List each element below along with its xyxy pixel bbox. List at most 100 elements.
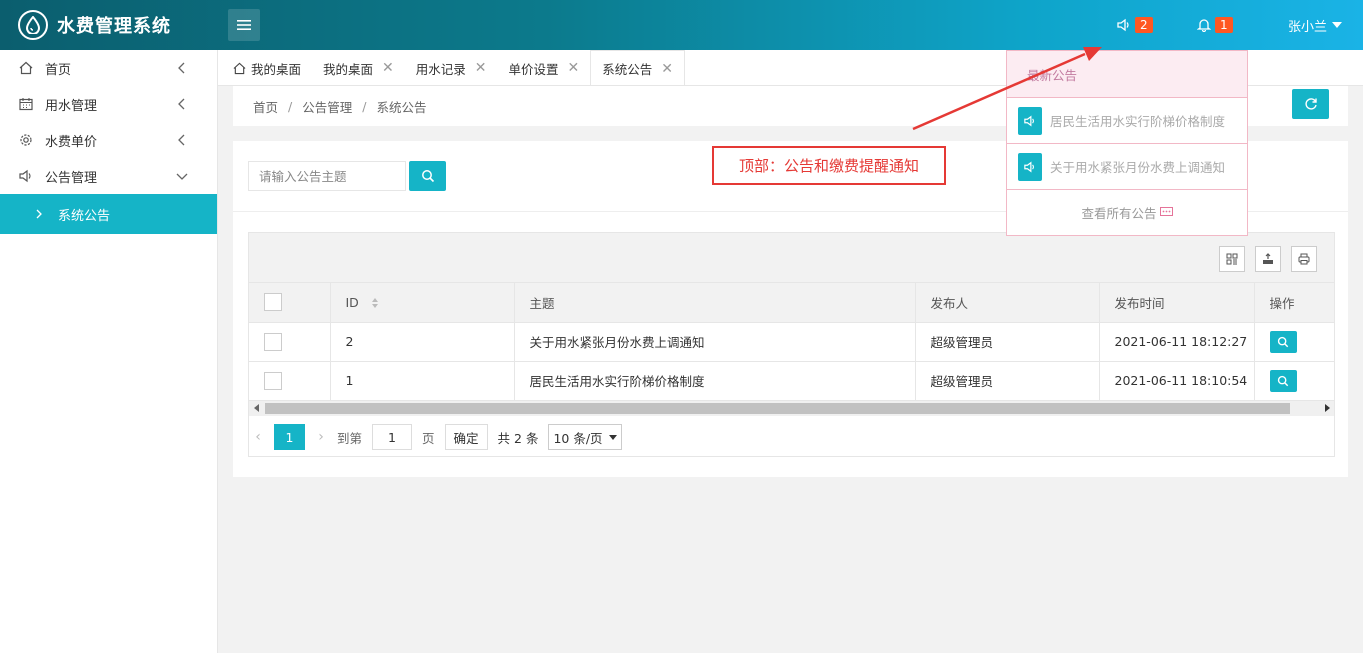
breadcrumb-item[interactable]: 首页 [253, 97, 278, 116]
columns-filter-button[interactable] [1219, 246, 1245, 272]
row-checkbox[interactable] [264, 332, 282, 351]
scroll-right-arrow-icon[interactable] [1325, 403, 1330, 412]
notice-dropdown: 最新公告 居民生活用水实行阶梯价格制度 关于用水紧张月份水费上调通知 查看所有公… [1006, 50, 1248, 236]
user-name: 张小兰 [1288, 19, 1328, 35]
printer-icon [1298, 253, 1310, 265]
next-page-icon[interactable]: › [311, 429, 331, 445]
sidebar-subitem-system-notice[interactable]: 系统公告 [0, 194, 217, 234]
sidebar-item-label: 用水管理 [45, 98, 98, 114]
speaker-icon [1018, 106, 1042, 135]
print-button[interactable] [1291, 246, 1317, 272]
notice-badge: 2 [1135, 17, 1153, 33]
sidebar-item-label: 公告管理 [45, 170, 98, 186]
breadcrumb-item[interactable]: 公告管理 [302, 97, 352, 116]
column-header-id[interactable]: ID [330, 283, 515, 323]
calendar-icon [18, 96, 34, 112]
chevron-left-icon [178, 62, 185, 74]
page-size-select[interactable]: 10 条/页 [548, 424, 622, 450]
column-label: ID [345, 294, 359, 310]
more-icon [1159, 207, 1173, 216]
notice-dropdown-title: 最新公告 [1007, 51, 1247, 98]
tab-price-setting[interactable]: 单价设置 ✕ [498, 50, 591, 86]
search-button[interactable] [409, 161, 446, 191]
refresh-icon [1304, 98, 1317, 110]
alert-button[interactable]: 1 [1197, 14, 1233, 36]
view-button[interactable] [1269, 330, 1297, 353]
view-button[interactable] [1269, 369, 1297, 392]
sidebar-subitem-label: 系统公告 [58, 208, 111, 224]
gear-icon [18, 132, 34, 148]
total-count: 共 2 条 [497, 430, 539, 446]
page-unit-label: 页 [422, 430, 435, 446]
cell-subject: 关于用水紧张月份水费上调通知 [514, 322, 916, 362]
breadcrumb-item: 系统公告 [376, 99, 427, 115]
scrollbar-thumb[interactable] [265, 402, 1290, 414]
chevron-left-icon [178, 98, 185, 110]
export-icon [1263, 253, 1273, 264]
sidebar-item-water[interactable]: 用水管理 [0, 86, 217, 122]
select-all-cell [249, 283, 331, 323]
scroll-left-arrow-icon[interactable] [254, 403, 259, 412]
chevron-right-icon [36, 209, 42, 219]
close-icon[interactable]: ✕ [475, 60, 487, 76]
row-checkbox[interactable] [264, 371, 282, 390]
table-header-row: ID 主题 发布人 发布时间 操作 [249, 283, 1335, 323]
speaker-icon [18, 168, 34, 184]
page-number-current[interactable]: 1 [274, 424, 305, 450]
breadcrumb-separator: / [362, 98, 367, 114]
table-toolbar [249, 233, 1334, 283]
grid-icon [1226, 253, 1238, 265]
select-all-checkbox[interactable] [264, 293, 282, 312]
notice-table: ID 主题 发布人 发布时间 操作 2 关于用水紧张月份水费上调通知 超级管理员… [249, 283, 1335, 401]
tab-label: 系统公告 [602, 62, 653, 77]
chevron-down-icon [176, 173, 188, 180]
notice-item[interactable]: 关于用水紧张月份水费上调通知 [1007, 144, 1247, 190]
sidebar-item-label: 水费单价 [45, 134, 98, 150]
tab-system-notice[interactable]: 系统公告 ✕ [590, 50, 686, 86]
menu-toggle-button[interactable] [228, 9, 260, 41]
column-header-publisher: 发布人 [915, 283, 1100, 323]
notice-item-text: 居民生活用水实行阶梯价格制度 [1050, 114, 1226, 129]
tab-water-record[interactable]: 用水记录 ✕ [405, 50, 498, 86]
cell-id: 2 [330, 322, 515, 362]
export-button[interactable] [1255, 246, 1281, 272]
notice-button[interactable]: 2 [1117, 14, 1153, 36]
view-all-notices-link[interactable]: 查看所有公告 [1007, 190, 1247, 235]
water-drop-icon [18, 10, 48, 40]
user-menu[interactable]: 张小兰 [1288, 14, 1343, 36]
notice-item-text: 关于用水紧张月份水费上调通知 [1050, 160, 1226, 175]
tab-home[interactable]: 我的桌面 [222, 50, 312, 86]
home-icon [18, 60, 34, 76]
close-icon[interactable]: ✕ [382, 60, 394, 76]
notice-item[interactable]: 居民生活用水实行阶梯价格制度 [1007, 98, 1247, 144]
search-input[interactable] [248, 161, 406, 191]
sort-icon[interactable] [371, 297, 379, 309]
column-header-subject: 主题 [514, 283, 916, 323]
sidebar-item-notice[interactable]: 公告管理 [0, 158, 217, 194]
close-icon[interactable]: ✕ [568, 60, 580, 76]
chevron-left-icon [178, 134, 185, 146]
sidebar: 首页 用水管理 水费单价 公告管理 系统公告 [0, 50, 218, 653]
horizontal-scrollbar[interactable] [249, 400, 1334, 416]
view-all-label: 查看所有公告 [1081, 206, 1157, 221]
tab-desktop[interactable]: 我的桌面 ✕ [312, 50, 405, 86]
page-size-value: 10 条/页 [553, 430, 603, 446]
sidebar-item-label: 首页 [45, 62, 72, 78]
caret-down-icon [1332, 22, 1343, 28]
chevron-down-icon [608, 434, 617, 440]
sidebar-item-home[interactable]: 首页 [0, 50, 217, 86]
close-icon[interactable]: ✕ [661, 61, 673, 77]
goto-label: 到第 [337, 430, 363, 446]
cell-time: 2021-06-11 18:12:27 [1099, 322, 1255, 362]
home-icon [233, 62, 246, 74]
refresh-button[interactable] [1292, 89, 1329, 119]
alert-badge: 1 [1215, 17, 1233, 33]
annotation-callout: 顶部：公告和缴费提醒通知 [712, 146, 946, 185]
tab-label: 我的桌面 [251, 61, 302, 77]
prev-page-icon[interactable]: ‹ [248, 429, 268, 445]
goto-page-input[interactable] [372, 424, 413, 450]
sidebar-item-price[interactable]: 水费单价 [0, 122, 217, 158]
goto-confirm-button[interactable]: 确定 [444, 424, 488, 450]
table-row: 2 关于用水紧张月份水费上调通知 超级管理员 2021-06-11 18:12:… [249, 322, 1335, 362]
cell-publisher: 超级管理员 [915, 361, 1100, 401]
